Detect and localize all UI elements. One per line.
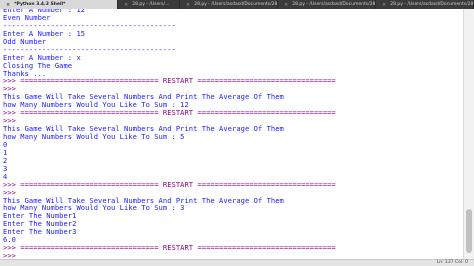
shell-line: >>> ================================ RES… (3, 243, 336, 253)
shell-line: 1 (3, 147, 8, 157)
shell-line: 2 (3, 155, 8, 165)
shell-line: >>> ================================ RES… (3, 76, 336, 86)
tab-label: 28.py - /Users/... (132, 2, 170, 7)
scrollbar-thumb[interactable] (466, 209, 472, 253)
close-tab-icon[interactable]: × (382, 2, 386, 8)
tab-label: 28.py - /Users/asdasd/Documents/28.py (3… (194, 2, 278, 7)
tab-label: *Python 3.4.3 Shell* (14, 2, 66, 7)
shell-line: how Many Numbers Would You Like To Sum :… (3, 132, 185, 141)
shell-line: >>> ================================ RES… (3, 179, 336, 189)
vertical-scrollbar[interactable] (463, 9, 474, 259)
tab-4[interactable]: × 28.py - /Users/asdasd/Documents/28.py (… (278, 0, 376, 9)
tab-label: 28.py - /Users/asdasd/Documents/28.py (3… (292, 2, 376, 7)
shell-line: Enter The Number3 (3, 227, 77, 237)
tab-label: 28.py - /Users/asdasd/Documents/28.py (3… (390, 2, 474, 7)
close-tab-icon[interactable]: × (124, 2, 128, 8)
shell-line: >>> (3, 251, 16, 259)
shell-line: 3 (3, 163, 8, 173)
close-tab-icon[interactable]: × (186, 2, 190, 8)
shell-line: Closing The Game (3, 60, 73, 70)
shell-line: 0 (3, 139, 8, 149)
python-shell-output[interactable]: Enter A Number : 12 Even Number ----------… (0, 9, 462, 259)
status-bar: Ln: 137 Col: 0 (0, 259, 474, 266)
shell-line: Enter A Number : 15 (3, 28, 86, 38)
shell-line: >>> ================================ RES… (3, 108, 336, 118)
cursor-position: Ln: 137 Col: 0 (436, 260, 468, 265)
tab-2[interactable]: × 28.py - /Users/... (118, 0, 180, 9)
tab-5[interactable]: × 28.py - /Users/asdasd/Documents/28.py (… (376, 0, 474, 9)
tab-bar: × *Python 3.4.3 Shell* × 28.py - /Users/...… (0, 0, 474, 9)
close-tab-icon[interactable]: × (284, 2, 288, 8)
tab-1[interactable]: × *Python 3.4.3 Shell* (0, 0, 118, 9)
tab-3[interactable]: × 28.py - /Users/asdasd/Documents/28.py (… (180, 0, 278, 9)
close-tab-icon[interactable]: × (6, 2, 10, 8)
